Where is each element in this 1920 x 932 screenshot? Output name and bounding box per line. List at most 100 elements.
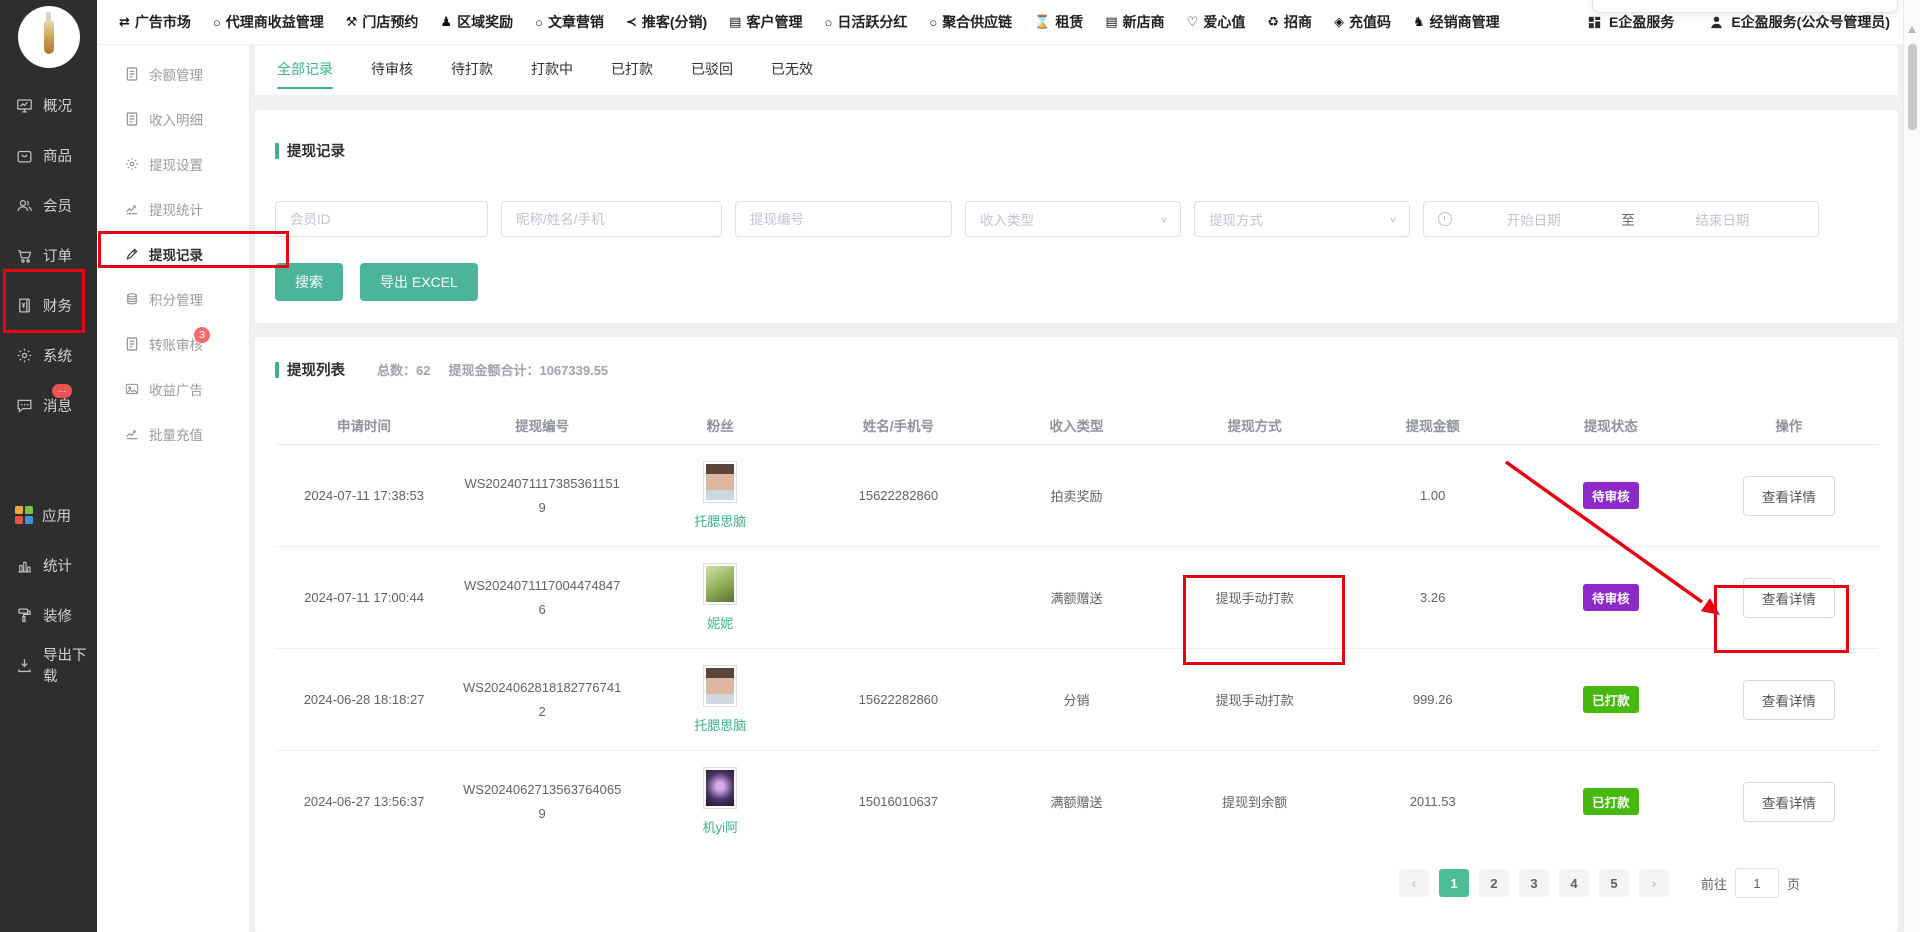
account-menu[interactable]: E企盈服务(公众号管理员) — [1708, 12, 1890, 32]
topnav-label: 门店预约 — [362, 12, 418, 32]
fan-nickname[interactable]: 机yi阿 — [703, 817, 738, 836]
date-range-picker[interactable]: 开始日期至结束日期 — [1423, 201, 1819, 237]
tab-invalid[interactable]: 已无效 — [771, 45, 813, 95]
tab-paying[interactable]: 打款中 — [531, 45, 573, 95]
goods-icon — [15, 146, 34, 165]
fan-nickname[interactable]: 托腮思脑 — [694, 715, 746, 734]
topnav-item-investment[interactable]: ♻招商 — [1267, 12, 1312, 32]
filter-panel: 提现记录 收入类型∨ 提现方式∨ 开始日期至结束日期 搜索 导出 EXCEL — [255, 110, 1898, 323]
sidebar-item-statistics[interactable]: 统计 — [0, 540, 97, 590]
tab-all-records[interactable]: 全部记录 — [277, 45, 333, 95]
topnav-label: 租赁 — [1055, 12, 1083, 32]
page-button-1[interactable]: 1 — [1439, 869, 1469, 897]
topnav-item-love-value[interactable]: ♡爱心值 — [1187, 12, 1246, 32]
sidebar-item-overview[interactable]: 概况 — [0, 80, 97, 130]
status-tabs: 全部记录 待审核 待打款 打款中 已打款 已驳回 已无效 — [255, 45, 1898, 95]
submenu-item-income-detail[interactable]: 收入明细 — [97, 96, 249, 141]
pagination: ‹ 1 2 3 4 5 › 前往页 — [275, 852, 1878, 898]
page-button-4[interactable]: 4 — [1559, 869, 1589, 897]
submenu-item-batch-recharge[interactable]: 批量充值 — [97, 411, 249, 456]
topnav-item-lease[interactable]: ⌛ 租赁 — [1034, 12, 1083, 32]
sidebar-item-decorate[interactable]: 装修 — [0, 590, 97, 640]
list-section-title: 提现列表 — [287, 359, 345, 380]
withdraw-number-input[interactable] — [735, 201, 952, 237]
tag-icon: ◈ — [1334, 14, 1344, 30]
withdraw-method: 提现手动打款 — [1166, 690, 1344, 709]
brand-logo[interactable] — [18, 6, 80, 68]
apps-icon — [15, 506, 33, 524]
fan-avatar[interactable] — [703, 665, 737, 707]
income-type: 分销 — [987, 690, 1165, 709]
tab-paid[interactable]: 已打款 — [611, 45, 653, 95]
search-button[interactable]: 搜索 — [275, 263, 343, 301]
topnav-item-distribution[interactable]: ≺ 推客(分销) — [626, 12, 707, 32]
tab-pending-review[interactable]: 待审核 — [371, 45, 413, 95]
submenu-item-revenue-ads[interactable]: 收益广告 — [97, 366, 249, 411]
apply-time: 2024-06-28 18:18:27 — [275, 692, 453, 707]
topnav-item-ad-market[interactable]: ⇄广告市场 — [119, 12, 191, 32]
sidebar-item-goods[interactable]: 商品 — [0, 130, 97, 180]
view-detail-button[interactable]: 查看详情 — [1743, 578, 1835, 618]
tab-rejected[interactable]: 已驳回 — [691, 45, 733, 95]
view-detail-button[interactable]: 查看详情 — [1743, 680, 1835, 720]
page-button-2[interactable]: 2 — [1479, 869, 1509, 897]
amount: 2011.53 — [1344, 794, 1522, 809]
topnav-item-daily-dividend[interactable]: ○日活跃分红 — [824, 12, 907, 32]
scooter-icon: ♞ — [1413, 14, 1425, 30]
tab-pending-payment[interactable]: 待打款 — [451, 45, 493, 95]
topnav-item-supply-chain[interactable]: ○聚合供应链 — [929, 12, 1012, 32]
sidebar-item-members[interactable]: 会员 — [0, 180, 97, 230]
sidebar-item-export-download[interactable]: 导出下载 — [0, 640, 97, 690]
submenu-item-withdraw-records[interactable]: 提现记录 — [97, 231, 249, 276]
topnav-label: 推客(分销) — [642, 12, 707, 32]
sidebar-item-apps[interactable]: 应用 — [0, 490, 97, 540]
prev-page-button[interactable]: ‹ — [1399, 869, 1429, 897]
fan-nickname[interactable]: 妮妮 — [707, 613, 733, 632]
withdraw-table: 申请时间 提现编号 粉丝 姓名/手机号 收入类型 提现方式 提现金额 提现状态 … — [275, 406, 1878, 852]
sidebar-item-system[interactable]: 系统 — [0, 330, 97, 380]
filter-section-title: 提现记录 — [287, 140, 345, 161]
scrollbar-thumb[interactable] — [1908, 44, 1917, 130]
submenu-item-points-mgmt[interactable]: 积分管理 — [97, 276, 249, 321]
topnav-label: 广告市场 — [135, 12, 191, 32]
withdraw-number: WS20240711173853611519 — [461, 472, 623, 519]
topnav-item-article-marketing[interactable]: ○文章营销 — [535, 12, 604, 32]
goto-page-input[interactable] — [1735, 868, 1779, 898]
submenu-item-balance[interactable]: 余额管理 — [97, 51, 249, 96]
sidebar-item-orders[interactable]: 订单 — [0, 230, 97, 280]
nickname-name-phone-input[interactable] — [501, 201, 722, 237]
income-type-select[interactable]: 收入类型∨ — [965, 201, 1181, 237]
export-excel-button[interactable]: 导出 EXCEL — [360, 263, 478, 301]
fan-avatar[interactable] — [703, 461, 737, 503]
hourglass-icon: ⌛ — [1034, 14, 1050, 30]
view-detail-button[interactable]: 查看详情 — [1743, 782, 1835, 822]
topnav-item-dealer-mgmt[interactable]: ♞经销商管理 — [1413, 12, 1500, 32]
fan-avatar[interactable] — [703, 563, 737, 605]
submenu-item-withdraw-settings[interactable]: 提现设置 — [97, 141, 249, 186]
sidebar-item-finance[interactable]: 财务 — [0, 280, 97, 330]
topnav-item-new-store[interactable]: ▤新店商 — [1105, 12, 1164, 32]
service-menu[interactable]: E企盈服务 — [1586, 12, 1674, 32]
page-button-5[interactable]: 5 — [1599, 869, 1629, 897]
submenu-item-transfer-review[interactable]: 转账审核3 — [97, 321, 249, 366]
next-page-button[interactable]: › — [1639, 869, 1669, 897]
topnav-item-customer-mgmt[interactable]: ▤客户管理 — [729, 12, 802, 32]
scrollbar-up-arrow[interactable] — [1908, 26, 1916, 33]
scrollbar[interactable] — [1903, 0, 1920, 932]
topnav-item-recharge-code[interactable]: ◈充值码 — [1334, 12, 1391, 32]
member-id-input[interactable] — [275, 201, 488, 237]
income-type: 满额赠送 — [987, 792, 1165, 811]
topnav-item-agent-revenue[interactable]: ○代理商收益管理 — [213, 12, 324, 32]
view-detail-button[interactable]: 查看详情 — [1743, 476, 1835, 516]
topnav-item-store-booking[interactable]: ⚒门店预约 — [346, 12, 419, 32]
submenu-item-withdraw-stats[interactable]: 提现统计 — [97, 186, 249, 231]
share-icon: ≺ — [626, 14, 637, 30]
sidebar-item-messages[interactable]: 消息… — [0, 380, 97, 430]
fan-avatar[interactable] — [703, 767, 737, 809]
withdraw-method-placeholder: 提现方式 — [1209, 209, 1263, 229]
fan-nickname[interactable]: 托腮思脑 — [694, 511, 746, 530]
withdraw-method-select[interactable]: 提现方式∨ — [1194, 201, 1410, 237]
members-icon — [15, 196, 34, 215]
topnav-item-region-reward[interactable]: ♟区域奖励 — [440, 12, 513, 32]
page-button-3[interactable]: 3 — [1519, 869, 1549, 897]
